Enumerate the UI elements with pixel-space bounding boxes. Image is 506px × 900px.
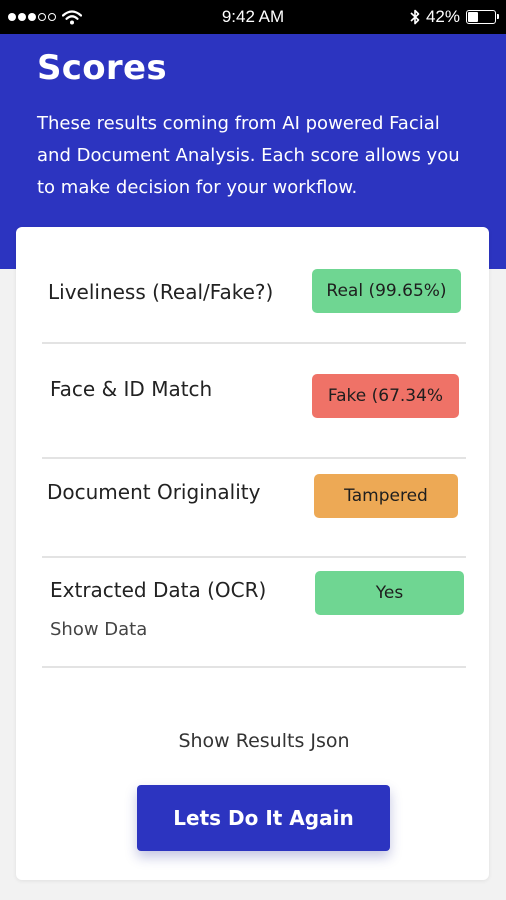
battery-percent: 42% bbox=[425, 7, 460, 26]
score-row-liveliness: Liveliness (Real/Fake?) Real (99.65%) bbox=[42, 227, 466, 344]
status-right: 42% bbox=[410, 0, 499, 34]
battery-icon bbox=[466, 10, 499, 24]
score-label: Face & ID Match bbox=[50, 377, 213, 401]
show-data-link[interactable]: Show Data bbox=[50, 619, 147, 640]
score-row-extracted-data: Extracted Data (OCR) Yes Show Data bbox=[42, 558, 466, 668]
status-badge: Fake (67.34% bbox=[312, 374, 459, 418]
score-label: Document Originality bbox=[47, 480, 261, 504]
score-row-face-id-match: Face & ID Match Fake (67.34% bbox=[42, 344, 466, 459]
bluetooth-icon bbox=[410, 9, 420, 25]
score-label: Extracted Data (OCR) bbox=[50, 578, 267, 602]
battery-fill bbox=[468, 12, 478, 22]
page-description: These results coming from AI powered Fac… bbox=[37, 113, 460, 198]
show-results-json-link[interactable]: Show Results Json bbox=[16, 730, 506, 752]
scores-card: Liveliness (Real/Fake?) Real (99.65%) Fa… bbox=[16, 227, 489, 880]
score-row-document-originality: Document Originality Tampered bbox=[42, 459, 466, 558]
status-badge: Tampered bbox=[314, 474, 458, 518]
score-label: Liveliness (Real/Fake?) bbox=[48, 280, 274, 304]
lets-do-it-again-button[interactable]: Lets Do It Again bbox=[137, 785, 390, 851]
page-title: Scores bbox=[37, 48, 167, 88]
status-badge: Yes bbox=[315, 571, 464, 615]
status-badge: Real (99.65%) bbox=[312, 269, 461, 313]
status-bar: 9:42 AM 42% bbox=[0, 0, 506, 34]
